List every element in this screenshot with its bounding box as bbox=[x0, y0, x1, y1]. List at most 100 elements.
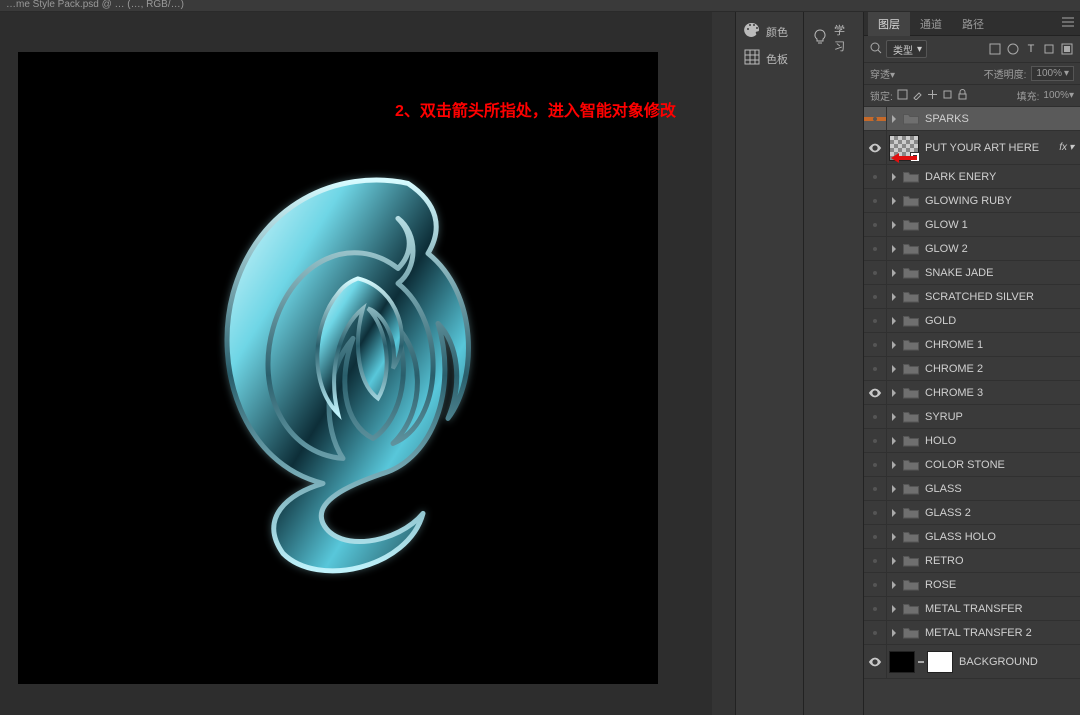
layer-row[interactable]: GLOWING RUBY bbox=[864, 189, 1080, 213]
filter-pixel-icon[interactable] bbox=[988, 42, 1002, 56]
lock-all-icon[interactable] bbox=[957, 89, 968, 103]
visibility-toggle[interactable] bbox=[864, 343, 886, 347]
layer-row[interactable]: BACKGROUND bbox=[864, 645, 1080, 679]
layer-name[interactable]: RETRO bbox=[925, 555, 964, 567]
layer-name[interactable]: CHROME 1 bbox=[925, 339, 983, 351]
layer-name[interactable]: GOLD bbox=[925, 315, 956, 327]
visibility-toggle[interactable] bbox=[864, 319, 886, 323]
layer-name[interactable]: ROSE bbox=[925, 579, 956, 591]
lock-move-icon[interactable] bbox=[927, 89, 938, 103]
visibility-toggle[interactable] bbox=[864, 463, 886, 467]
expand-toggle[interactable] bbox=[887, 413, 901, 421]
layer-name[interactable]: SYRUP bbox=[925, 411, 963, 423]
layer-row[interactable]: SNAKE JADE bbox=[864, 261, 1080, 285]
layer-row[interactable]: CHROME 2 bbox=[864, 357, 1080, 381]
fill-value[interactable]: 100%▾ bbox=[1043, 90, 1074, 101]
panel-color[interactable]: 颜色 bbox=[736, 18, 803, 45]
layer-row[interactable]: SPARKS bbox=[864, 107, 1080, 131]
visibility-toggle[interactable] bbox=[864, 559, 886, 563]
expand-toggle[interactable] bbox=[887, 245, 901, 253]
lock-pixels-icon[interactable] bbox=[897, 89, 908, 103]
fx-indicator[interactable]: fx▾ bbox=[1059, 142, 1074, 153]
expand-toggle[interactable] bbox=[887, 509, 901, 517]
expand-toggle[interactable] bbox=[887, 629, 901, 637]
expand-toggle[interactable] bbox=[887, 581, 901, 589]
blend-mode-select[interactable]: 穿透▾ bbox=[870, 66, 940, 81]
visibility-toggle[interactable] bbox=[864, 199, 886, 203]
visibility-toggle[interactable] bbox=[864, 295, 886, 299]
expand-toggle[interactable] bbox=[887, 197, 901, 205]
expand-toggle[interactable] bbox=[887, 605, 901, 613]
layer-row[interactable]: RETRO bbox=[864, 549, 1080, 573]
filter-smart-icon[interactable] bbox=[1060, 42, 1074, 56]
expand-toggle[interactable] bbox=[887, 173, 901, 181]
layer-name[interactable]: METAL TRANSFER 2 bbox=[925, 627, 1032, 639]
background-thumbnails[interactable] bbox=[889, 651, 953, 673]
visibility-toggle[interactable] bbox=[864, 631, 886, 635]
layer-row[interactable]: GOLD bbox=[864, 309, 1080, 333]
layer-name[interactable]: SCRATCHED SILVER bbox=[925, 291, 1034, 303]
visibility-toggle[interactable] bbox=[864, 415, 886, 419]
expand-toggle[interactable] bbox=[887, 533, 901, 541]
visibility-toggle[interactable] bbox=[864, 535, 886, 539]
visibility-toggle[interactable] bbox=[864, 487, 886, 491]
layer-name[interactable]: CHROME 3 bbox=[925, 387, 983, 399]
visibility-toggle[interactable] bbox=[864, 117, 886, 121]
visibility-toggle[interactable] bbox=[864, 247, 886, 251]
expand-toggle[interactable] bbox=[887, 269, 901, 277]
panel-learn[interactable]: 学习 bbox=[804, 18, 863, 58]
layer-row[interactable]: CHROME 3 bbox=[864, 381, 1080, 405]
visibility-toggle[interactable] bbox=[864, 141, 886, 155]
expand-toggle[interactable] bbox=[887, 317, 901, 325]
layer-row[interactable]: DARK ENERY bbox=[864, 165, 1080, 189]
layer-row[interactable]: GLASS HOLO bbox=[864, 525, 1080, 549]
opacity-value[interactable]: 100%▾ bbox=[1031, 66, 1074, 81]
expand-toggle[interactable] bbox=[887, 389, 901, 397]
tab-channels[interactable]: 通道 bbox=[910, 12, 952, 36]
expand-toggle[interactable] bbox=[887, 115, 901, 123]
expand-toggle[interactable] bbox=[887, 461, 901, 469]
visibility-toggle[interactable] bbox=[864, 439, 886, 443]
expand-toggle[interactable] bbox=[887, 437, 901, 445]
layer-row[interactable]: GLOW 2 bbox=[864, 237, 1080, 261]
layer-row[interactable]: METAL TRANSFER 2 bbox=[864, 621, 1080, 645]
filter-shape-icon[interactable] bbox=[1042, 42, 1056, 56]
layer-row[interactable]: ROSE bbox=[864, 573, 1080, 597]
expand-toggle[interactable] bbox=[887, 221, 901, 229]
layer-name[interactable]: BACKGROUND bbox=[959, 656, 1038, 668]
layer-row[interactable]: METAL TRANSFER bbox=[864, 597, 1080, 621]
visibility-toggle[interactable] bbox=[864, 271, 886, 275]
layer-name[interactable]: CHROME 2 bbox=[925, 363, 983, 375]
lock-artboard-icon[interactable] bbox=[942, 89, 953, 103]
visibility-toggle[interactable] bbox=[864, 367, 886, 371]
visibility-toggle[interactable] bbox=[864, 386, 886, 400]
layer-name[interactable]: PUT YOUR ART HERE bbox=[925, 142, 1039, 154]
expand-toggle[interactable] bbox=[887, 557, 901, 565]
visibility-toggle[interactable] bbox=[864, 511, 886, 515]
expand-toggle[interactable] bbox=[887, 485, 901, 493]
visibility-toggle[interactable] bbox=[864, 607, 886, 611]
visibility-toggle[interactable] bbox=[864, 583, 886, 587]
layer-row[interactable]: SCRATCHED SILVER bbox=[864, 285, 1080, 309]
lock-brush-icon[interactable] bbox=[912, 89, 923, 103]
layer-row[interactable]: GLASS 2 bbox=[864, 501, 1080, 525]
layer-row[interactable]: HOLO bbox=[864, 429, 1080, 453]
layer-name[interactable]: GLOW 1 bbox=[925, 219, 968, 231]
layer-row[interactable]: SYRUP bbox=[864, 405, 1080, 429]
layers-list[interactable]: SPARKS PUT YOUR ART HERE fx▾ DARK ENERY GLOW… bbox=[864, 107, 1080, 715]
expand-toggle[interactable] bbox=[887, 365, 901, 373]
layer-name[interactable]: METAL TRANSFER bbox=[925, 603, 1023, 615]
layer-name[interactable]: GLOW 2 bbox=[925, 243, 968, 255]
layer-name[interactable]: GLOWING RUBY bbox=[925, 195, 1012, 207]
layer-name[interactable]: SPARKS bbox=[925, 113, 969, 125]
expand-toggle[interactable] bbox=[887, 341, 901, 349]
layer-row[interactable]: COLOR STONE bbox=[864, 453, 1080, 477]
filter-type-select[interactable]: 类型▾ bbox=[886, 40, 927, 58]
layer-row[interactable]: GLOW 1 bbox=[864, 213, 1080, 237]
panel-swatches[interactable]: 色板 bbox=[736, 45, 803, 72]
smart-object-thumbnail[interactable] bbox=[889, 135, 919, 161]
layer-name[interactable]: GLASS 2 bbox=[925, 507, 971, 519]
tab-paths[interactable]: 路径 bbox=[952, 12, 994, 36]
layer-name[interactable]: HOLO bbox=[925, 435, 956, 447]
visibility-toggle[interactable] bbox=[864, 655, 886, 669]
